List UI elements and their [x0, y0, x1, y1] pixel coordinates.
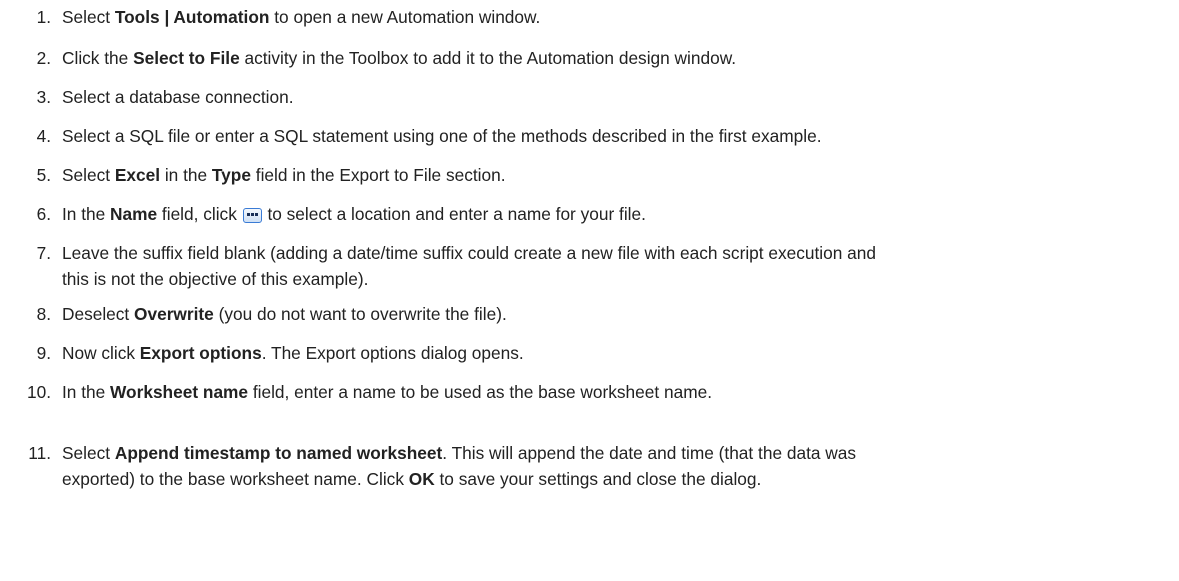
step-text: Select a database connection.: [62, 84, 1167, 110]
step-text-run: Select: [62, 7, 115, 27]
step-text-run: field in the Export to File section.: [250, 165, 506, 185]
step-text-run: Select: [62, 443, 115, 463]
step-number: 3.: [36, 87, 51, 107]
step-text-run: Select a database connection.: [62, 87, 294, 107]
ui-term: Export options: [139, 343, 262, 363]
step-text: Select Append timestamp to named workshe…: [62, 440, 1167, 492]
ellipsis-dot: [254, 213, 258, 216]
numbered-steps-list: 1. Select Tools | Automation to open a ne…: [0, 0, 1179, 581]
step-number: 11.: [28, 443, 51, 463]
step-text: Select Excel in the Type field in the Ex…: [62, 162, 1167, 188]
step-text-run: to open a new Automation window.: [269, 7, 541, 27]
step-text: In the Worksheet name field, enter a nam…: [62, 379, 1167, 405]
step-text-run: field, enter a name to be used as the ba…: [248, 382, 713, 402]
step-number: 7.: [36, 243, 51, 263]
step-text-run: Select: [62, 165, 115, 185]
step-number: 5.: [36, 165, 51, 185]
step-text-run: in the: [160, 165, 212, 185]
step-text: Click the Select to File activity in the…: [62, 45, 1167, 71]
ui-term: Type: [211, 165, 251, 185]
step-text-run: Click the: [62, 48, 134, 68]
step-text: Deselect Overwrite (you do not want to o…: [62, 301, 1167, 327]
step-text: Leave the suffix field blank (adding a d…: [62, 240, 1167, 292]
ui-term: Tools | Automation: [114, 7, 270, 27]
step-text-run: In the: [62, 382, 111, 402]
step-text-run: Leave the suffix field blank (adding a d…: [62, 243, 876, 263]
step-text: Select a SQL file or enter a SQL stateme…: [62, 123, 1167, 149]
step-text-run: . This will append the date and time (th…: [442, 443, 857, 463]
ui-term: Append timestamp to named worksheet: [114, 443, 443, 463]
ui-term: Worksheet name: [110, 382, 249, 402]
step-text-run: (you do not want to overwrite the file).: [213, 304, 507, 324]
ui-term: Name: [110, 204, 158, 224]
step-text: Select Tools | Automation to open a new …: [62, 4, 1167, 30]
step-number: 9.: [36, 343, 51, 363]
step-number: 6.: [36, 204, 51, 224]
step-text-run: In the: [62, 204, 111, 224]
ellipsis-dot: [250, 213, 254, 216]
step-text: In the Name field, click to select a loc…: [62, 201, 1167, 227]
ui-term: Overwrite: [134, 304, 214, 324]
step-text-run: Select a SQL file or enter a SQL stateme…: [62, 126, 822, 146]
ui-term: Excel: [114, 165, 161, 185]
ui-term: Select to File: [133, 48, 240, 68]
step-text-run: activity in the Toolbox to add it to the…: [239, 48, 737, 68]
step-text-run: . The Export options dialog opens.: [261, 343, 524, 363]
step-text-run: Deselect: [62, 304, 135, 324]
step-text-run: to save your settings and close the dial…: [434, 469, 762, 489]
step-text-run: this is not the objective of this exampl…: [62, 269, 369, 289]
step-number: 2.: [36, 48, 51, 68]
ellipsis-browse-icon[interactable]: [242, 208, 262, 223]
step-number: 10.: [26, 382, 51, 402]
step-text-run: Now click: [62, 343, 140, 363]
step-text: Now click Export options. The Export opt…: [62, 340, 1167, 366]
step-number: 4.: [36, 126, 51, 146]
step-text-run: field, click: [157, 204, 242, 224]
step-text-run: to select a location and enter a name fo…: [262, 204, 646, 224]
ui-term: OK: [408, 469, 435, 489]
ellipsis-dot: [246, 213, 250, 216]
step-text-run: exported) to the base worksheet name. Cl…: [62, 469, 409, 489]
step-number: 8.: [36, 304, 51, 324]
step-number: 1.: [36, 7, 51, 27]
